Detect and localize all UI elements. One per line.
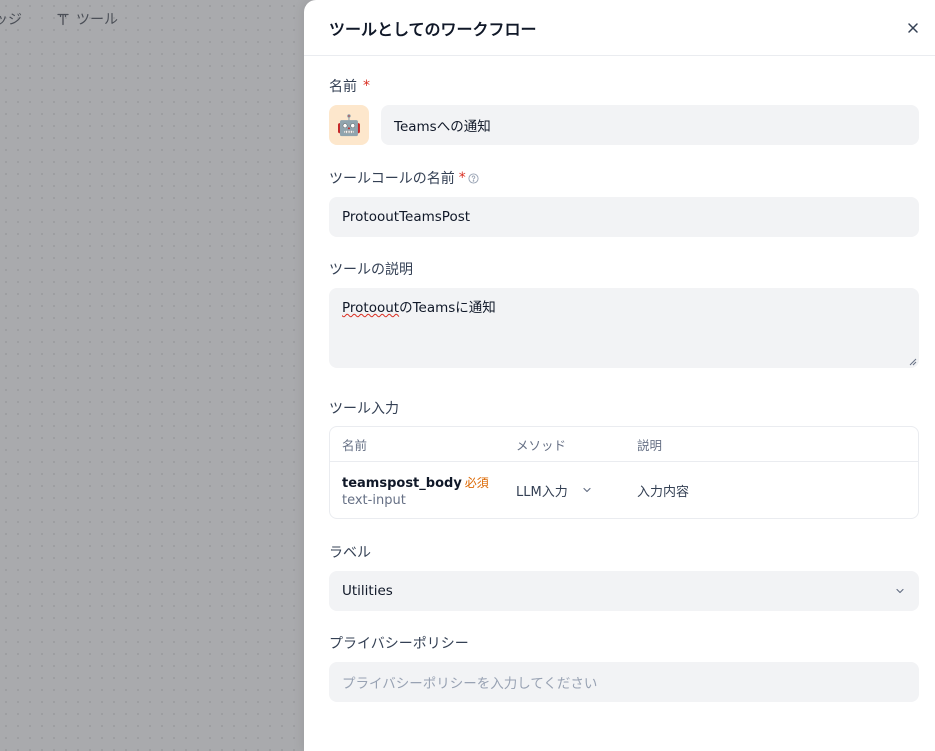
chevron-down-icon [896, 588, 904, 594]
required-badge: 必須 [464, 476, 489, 490]
close-icon [908, 22, 918, 33]
privacy-policy-input[interactable]: プライバシーポリシーを入力してください [329, 662, 919, 702]
method-select-value: LLM入力 [516, 484, 568, 500]
description-label: ツールの説明 [329, 262, 413, 278]
labels-select[interactable]: Utilities [329, 571, 919, 611]
tool-call-name-input[interactable]: ProtooutTeamsPost [329, 197, 919, 237]
chevron-down-icon [583, 487, 591, 493]
nav-item-label: ッジ [0, 12, 22, 28]
name-label: 名前 * [329, 76, 919, 96]
param-cell: teamspost_body 必須 text-input [330, 472, 516, 508]
description-cell: 入力内容 [637, 481, 918, 500]
tool-icon [57, 13, 69, 26]
required-mark: * [458, 170, 466, 186]
privacy-policy-label: プライバシーポリシー [329, 636, 469, 652]
resize-handle-icon[interactable] [909, 358, 917, 366]
method-select[interactable]: LLM入力 [516, 481, 637, 500]
table-header: 名前 メソッド 説明 [330, 427, 918, 462]
privacy-policy-placeholder: プライバシーポリシーを入力してください [342, 676, 598, 692]
help-circle-icon[interactable] [468, 172, 479, 184]
nav-item-tools[interactable]: ツール [56, 9, 118, 29]
close-button[interactable] [905, 20, 921, 36]
param-description-input[interactable]: 入力内容 [637, 485, 689, 500]
panel-header: ツールとしてのワークフロー [304, 0, 935, 56]
labels-label: ラベル [329, 545, 371, 561]
required-mark: * [363, 78, 370, 94]
tool-call-name-label-text: ツールコールの名前 [329, 171, 455, 187]
tool-input-table: 名前 メソッド 説明 teamspost_body 必須 text-input L… [329, 426, 919, 519]
tool-call-name-label: ツールコールの名前 * [329, 168, 919, 188]
description-text: ProtooutのTeamsに通知 [342, 296, 496, 316]
name-label-text: 名前 [329, 79, 357, 95]
column-header-method: メソッド [516, 437, 567, 453]
labels-select-value: Utilities [342, 583, 393, 599]
emoji-picker-button[interactable]: 🤖 [329, 105, 369, 145]
column-header-name: 名前 [342, 437, 368, 453]
name-input-value: Teamsへの通知 [394, 119, 491, 135]
nav-item-label: ツール [76, 12, 118, 28]
tool-input-label: ツール入力 [329, 401, 399, 417]
method-cell: LLM入力 [516, 481, 637, 500]
tool-call-name-value: ProtooutTeamsPost [342, 209, 471, 225]
name-input[interactable]: Teamsへの通知 [381, 105, 919, 145]
spellcheck-word: Protoout [342, 300, 400, 316]
nav-item-partial[interactable]: ッジ [0, 9, 22, 29]
param-type: text-input [342, 493, 406, 508]
table-row: teamspost_body 必須 text-input LLM入力 入力内容 [330, 462, 918, 518]
panel-title: ツールとしてのワークフロー [329, 19, 537, 39]
description-textarea[interactable]: ProtooutのTeamsに通知 [329, 288, 919, 368]
robot-emoji-icon: 🤖 [336, 113, 362, 137]
column-header-description: 説明 [637, 437, 663, 453]
param-name: teamspost_body [342, 476, 462, 491]
workflow-as-tool-panel: ツールとしてのワークフロー 名前 * 🤖 Teamsへの通知 ツールコールの名前… [304, 0, 935, 751]
description-rest: のTeamsに通知 [399, 300, 496, 316]
